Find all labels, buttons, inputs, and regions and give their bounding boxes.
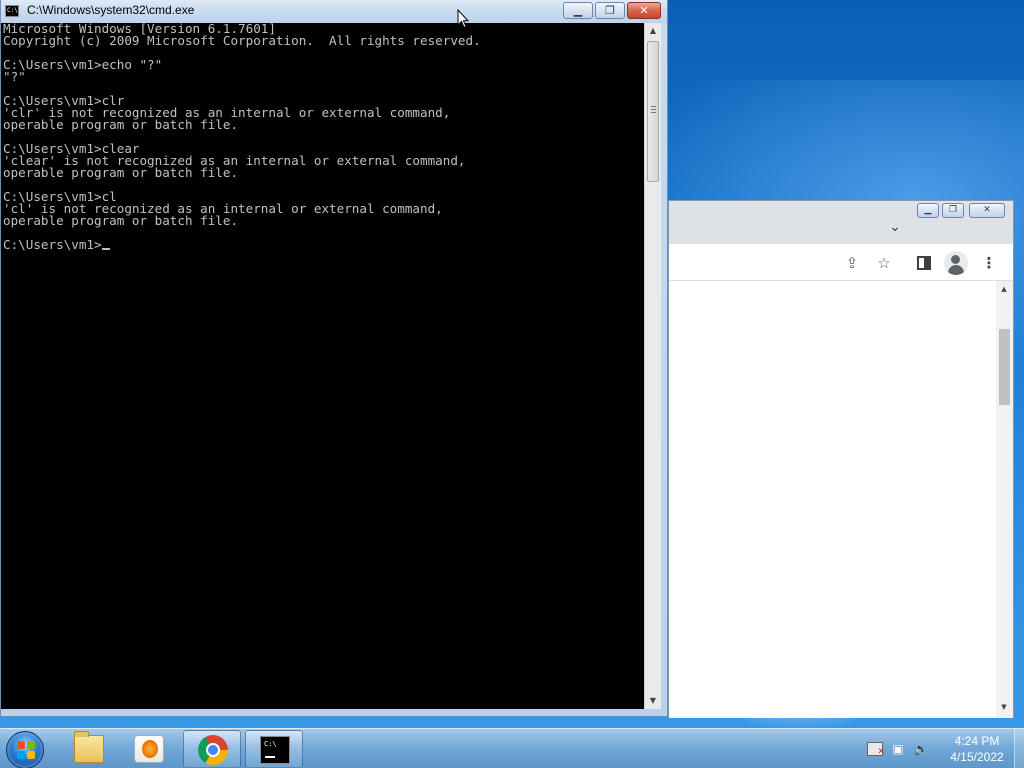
chrome-minimize-button[interactable]: ▁ bbox=[917, 203, 939, 218]
network-icon[interactable]: ▣ bbox=[890, 742, 906, 756]
cmd-minimize-button[interactable]: ▁ bbox=[563, 2, 593, 19]
clock-time: 4:24 PM bbox=[954, 734, 1000, 748]
cmd-output-line: C:\Users\vm1>echo "?" bbox=[3, 57, 163, 72]
taskbar-command-prompt[interactable]: C:\ bbox=[245, 730, 303, 768]
cmd-window-icon[interactable]: C:\ bbox=[5, 5, 19, 17]
chrome-page-content[interactable] bbox=[669, 281, 1013, 718]
cmd-vertical-scrollbar[interactable]: ▲ ▼ bbox=[644, 23, 661, 709]
side-panel-icon[interactable] bbox=[917, 256, 931, 270]
cmd-output-line: operable program or batch file. bbox=[3, 213, 239, 228]
cmd-output-line: operable program or batch file. bbox=[3, 165, 239, 180]
menu-kebab-icon[interactable]: ⋮ bbox=[979, 253, 999, 273]
cmd-maximize-button[interactable]: ❐ bbox=[595, 2, 625, 19]
command-prompt-icon-text: C:\ bbox=[264, 740, 277, 748]
cmd-window-title: C:\Windows\system32\cmd.exe bbox=[27, 3, 195, 17]
chrome-scroll-up-arrow[interactable]: ▲ bbox=[996, 281, 1012, 297]
cmd-prompt-line[interactable]: C:\Users\vm1> bbox=[1, 237, 644, 252]
cmd-scroll-up-arrow[interactable]: ▲ bbox=[645, 23, 661, 39]
cmd-window[interactable]: C:\ C:\Windows\system32\cmd.exe ▁ ❐ ✕ Mi… bbox=[0, 0, 668, 717]
media-player-icon bbox=[134, 735, 164, 763]
windows-logo-icon bbox=[17, 741, 35, 759]
chrome-window[interactable]: ▁ ❐ ✕ ⌄ ⇪ ☆ ⋮ ▲ ▼ bbox=[668, 200, 1014, 718]
command-prompt-icon: C:\ bbox=[260, 736, 290, 764]
taskbar: C:\ ▣ 🔈 4:24 PM 4/15/2022 bbox=[0, 728, 1024, 768]
taskbar-windows-media-player[interactable] bbox=[120, 730, 178, 768]
scrollbar-grip-icon bbox=[651, 106, 656, 113]
taskbar-windows-explorer[interactable] bbox=[60, 730, 118, 768]
cmd-text-cursor bbox=[101, 248, 110, 250]
start-button[interactable] bbox=[6, 731, 44, 768]
cmd-titlebar[interactable]: C:\ C:\Windows\system32\cmd.exe ▁ ❐ ✕ bbox=[1, 0, 667, 23]
cmd-output-line: Copyright (c) 2009 Microsoft Corporation… bbox=[3, 33, 481, 48]
cmd-close-button[interactable]: ✕ bbox=[627, 2, 661, 19]
cmd-output-line: operable program or batch file. bbox=[3, 117, 239, 132]
chrome-close-button[interactable]: ✕ bbox=[969, 203, 1005, 218]
action-center-flag-icon[interactable] bbox=[867, 742, 885, 759]
folder-icon bbox=[74, 731, 104, 763]
chrome-titlebar[interactable]: ▁ ❐ ✕ ⌄ bbox=[669, 201, 1013, 244]
taskbar-google-chrome[interactable] bbox=[183, 730, 241, 768]
tab-search-chevron-down-icon[interactable]: ⌄ bbox=[885, 219, 905, 235]
profile-avatar-icon[interactable] bbox=[944, 251, 968, 275]
volume-icon[interactable]: 🔈 bbox=[913, 742, 929, 756]
chrome-logo-icon bbox=[198, 735, 228, 765]
cmd-prompt: C:\Users\vm1> bbox=[3, 237, 102, 252]
chrome-maximize-button[interactable]: ❐ bbox=[942, 203, 964, 218]
system-clock[interactable]: 4:24 PM 4/15/2022 bbox=[942, 733, 1012, 765]
chrome-scrollbar-thumb[interactable] bbox=[999, 329, 1010, 405]
cmd-console-lines: Microsoft Windows [Version 6.1.7601] Copy… bbox=[1, 23, 644, 239]
cmd-scrollbar-thumb[interactable] bbox=[647, 41, 659, 182]
cmd-scroll-down-arrow[interactable]: ▼ bbox=[645, 693, 661, 709]
chrome-toolbar: ⇪ ☆ ⋮ bbox=[669, 244, 1013, 281]
bookmark-star-icon[interactable]: ☆ bbox=[874, 253, 894, 273]
show-desktop-button[interactable] bbox=[1014, 729, 1024, 768]
cmd-console-output[interactable]: Microsoft Windows [Version 6.1.7601] Copy… bbox=[1, 23, 644, 709]
mouse-pointer-icon bbox=[457, 9, 469, 29]
share-icon[interactable]: ⇪ bbox=[842, 253, 862, 273]
chrome-vertical-scrollbar[interactable]: ▲ ▼ bbox=[996, 281, 1013, 718]
cmd-output-line: "?" bbox=[3, 69, 26, 84]
chrome-scroll-down-arrow[interactable]: ▼ bbox=[996, 699, 1012, 715]
clock-date: 4/15/2022 bbox=[950, 750, 1004, 764]
